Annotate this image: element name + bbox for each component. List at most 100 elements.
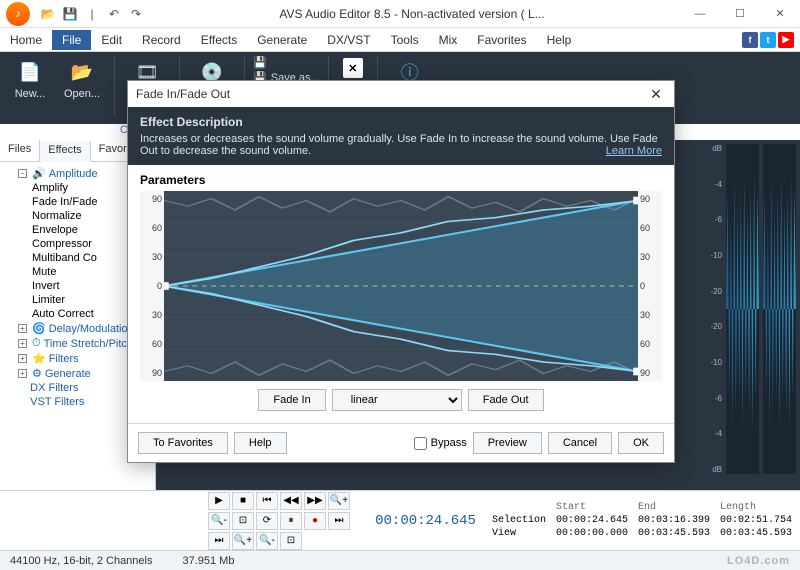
zoom-sel-button[interactable]: ⊡ xyxy=(280,532,302,550)
titlebar: ♪ 📂 💾 | ↶ ↷ AVS Audio Editor 8.5 - Non-a… xyxy=(0,0,800,28)
fade-dialog: Fade In/Fade Out ✕ Effect Description In… xyxy=(127,80,675,463)
transport: ▶ ■ ⏮ ◀◀ ▶▶ 🔍+ 🔍- ⊡ ⟳ ⏸ ● ⏭ ⏭ 🔍+ 🔍- ⊡ 00… xyxy=(0,490,800,550)
expand-icon-2[interactable]: + xyxy=(18,339,27,348)
menu-favorites[interactable]: Favorites xyxy=(467,30,536,50)
loop-button[interactable]: ⟳ xyxy=(256,512,278,530)
y-axis-left: 90 60 30 0 30 60 90 xyxy=(140,191,164,381)
menu-tools[interactable]: Tools xyxy=(381,30,429,50)
fade-in-button[interactable]: Fade In xyxy=(258,389,325,411)
menu-dxvst[interactable]: DX/VST xyxy=(317,30,380,50)
view-start: 00:00:00.000 xyxy=(556,528,628,539)
open-label: Open... xyxy=(64,88,100,100)
param-chart[interactable]: 90 60 30 0 30 60 90 xyxy=(140,191,662,381)
rew-button[interactable]: ⏮ xyxy=(256,492,278,510)
menu-help[interactable]: Help xyxy=(537,30,582,50)
stop-button[interactable]: ■ xyxy=(232,492,254,510)
envelope-svg xyxy=(164,191,638,381)
close-button[interactable]: ✕ xyxy=(760,0,800,28)
menu-generate[interactable]: Generate xyxy=(247,30,317,50)
waveform-left xyxy=(726,144,759,474)
menu-file[interactable]: File xyxy=(52,30,91,50)
bypass-checkbox[interactable]: Bypass xyxy=(414,437,467,450)
expand-icon-3[interactable]: + xyxy=(18,354,27,363)
ribbon-sep xyxy=(114,56,115,116)
qa-redo-icon[interactable]: ↷ xyxy=(128,6,144,22)
dialog-title: Fade In/Fade Out xyxy=(136,87,230,101)
waveform-thumbnail[interactable] xyxy=(726,144,796,474)
prev-button[interactable]: ◀◀ xyxy=(280,492,302,510)
view-label: View xyxy=(492,528,546,539)
collapse-icon[interactable]: − xyxy=(18,169,27,178)
sel-len: 00:02:51.754 xyxy=(720,515,792,526)
zoom-out-button[interactable]: 🔍- xyxy=(208,512,230,530)
twitter-icon[interactable]: t xyxy=(760,32,776,48)
zoom-fit-button[interactable]: ⊡ xyxy=(232,512,254,530)
watermark: LO4D.com xyxy=(727,555,790,567)
bypass-input[interactable] xyxy=(414,437,427,450)
next-button[interactable]: ▶▶ xyxy=(304,492,326,510)
dialog-close-button[interactable]: ✕ xyxy=(646,84,666,104)
sel-start: 00:00:24.645 xyxy=(556,515,628,526)
qa-sep-icon: | xyxy=(84,6,100,22)
zoom-in-button[interactable]: 🔍+ xyxy=(328,492,350,510)
curve-select[interactable]: linear xyxy=(332,389,462,411)
skip-end-button[interactable]: ⏭ xyxy=(208,532,230,550)
qa-save-icon[interactable]: 💾 xyxy=(62,6,78,22)
facebook-icon[interactable]: f xyxy=(742,32,758,48)
ribbon-new[interactable]: 📄 New... xyxy=(6,56,54,102)
minimize-button[interactable]: — xyxy=(680,0,720,28)
qa-undo-icon[interactable]: ↶ xyxy=(106,6,122,22)
ribbon-save[interactable]: 💾 xyxy=(253,56,320,69)
db-scale: dB -4 -6 -10 -20 -20 -10 -6 -4 dB xyxy=(706,144,722,474)
maximize-button[interactable]: ☐ xyxy=(720,0,760,28)
record-button[interactable]: ● xyxy=(304,512,326,530)
tab-files[interactable]: Files xyxy=(0,140,40,161)
preview-button[interactable]: Preview xyxy=(473,432,542,454)
position-table: Start End Length Selection 00:00:24.645 … xyxy=(492,502,792,539)
menu-edit[interactable]: Edit xyxy=(91,30,132,50)
pause-button[interactable]: ⏸ xyxy=(280,512,302,530)
save-icon: 💾 xyxy=(253,56,267,69)
desc-text: Increases or decreases the sound volume … xyxy=(140,133,658,157)
quick-access: 📂 💾 | ↶ ↷ xyxy=(40,6,144,22)
learn-more-link[interactable]: Learn More xyxy=(606,145,662,157)
file-size: 37.951 Mb xyxy=(182,555,234,567)
qa-open-icon[interactable]: 📂 xyxy=(40,6,56,22)
zoom-out-v-button[interactable]: 🔍- xyxy=(256,532,278,550)
tab-effects[interactable]: Effects xyxy=(40,141,90,162)
amplitude-label: Amplitude xyxy=(49,168,98,180)
expand-icon[interactable]: + xyxy=(18,324,27,333)
dialog-titlebar: Fade In/Fade Out ✕ xyxy=(128,81,674,107)
view-end: 00:03:45.593 xyxy=(638,528,710,539)
view-len: 00:03:45.593 xyxy=(720,528,792,539)
menu-record[interactable]: Record xyxy=(132,30,191,50)
play-button[interactable]: ▶ xyxy=(208,492,230,510)
x-icon: ✕ xyxy=(343,58,363,78)
open-folder-icon: 📂 xyxy=(64,58,100,86)
sel-label: Selection xyxy=(492,515,546,526)
ok-button[interactable]: OK xyxy=(618,432,664,454)
help-button[interactable]: Help xyxy=(234,432,287,454)
to-favorites-button[interactable]: To Favorites xyxy=(138,432,228,454)
window-controls: — ☐ ✕ xyxy=(680,0,800,28)
y-axis-right: 90 60 30 0 30 60 90 xyxy=(638,191,662,381)
menu-effects[interactable]: Effects xyxy=(191,30,247,50)
skip-start-button[interactable]: ⏭ xyxy=(328,512,350,530)
menubar: Home File Edit Record Effects Generate D… xyxy=(0,28,800,52)
expand-icon-4[interactable]: + xyxy=(18,369,27,378)
plot-area xyxy=(164,191,638,381)
ribbon-close[interactable]: ✕ xyxy=(337,56,369,80)
app-icon: ♪ xyxy=(6,2,30,26)
cancel-button[interactable]: Cancel xyxy=(548,432,612,454)
ribbon-open[interactable]: 📂 Open... xyxy=(58,56,106,102)
new-label: New... xyxy=(15,88,46,100)
menu-home[interactable]: Home xyxy=(0,30,52,50)
zoom-in-v-button[interactable]: 🔍+ xyxy=(232,532,254,550)
fade-controls: Fade In linear Fade Out xyxy=(140,381,662,415)
sel-end: 00:03:16.399 xyxy=(638,515,710,526)
playhead-time: 00:00:24.645 xyxy=(375,513,476,529)
menu-mix[interactable]: Mix xyxy=(429,30,468,50)
fade-out-button[interactable]: Fade Out xyxy=(468,389,544,411)
youtube-icon[interactable]: ▶ xyxy=(778,32,794,48)
window-title: AVS Audio Editor 8.5 - Non-activated ver… xyxy=(144,7,680,21)
